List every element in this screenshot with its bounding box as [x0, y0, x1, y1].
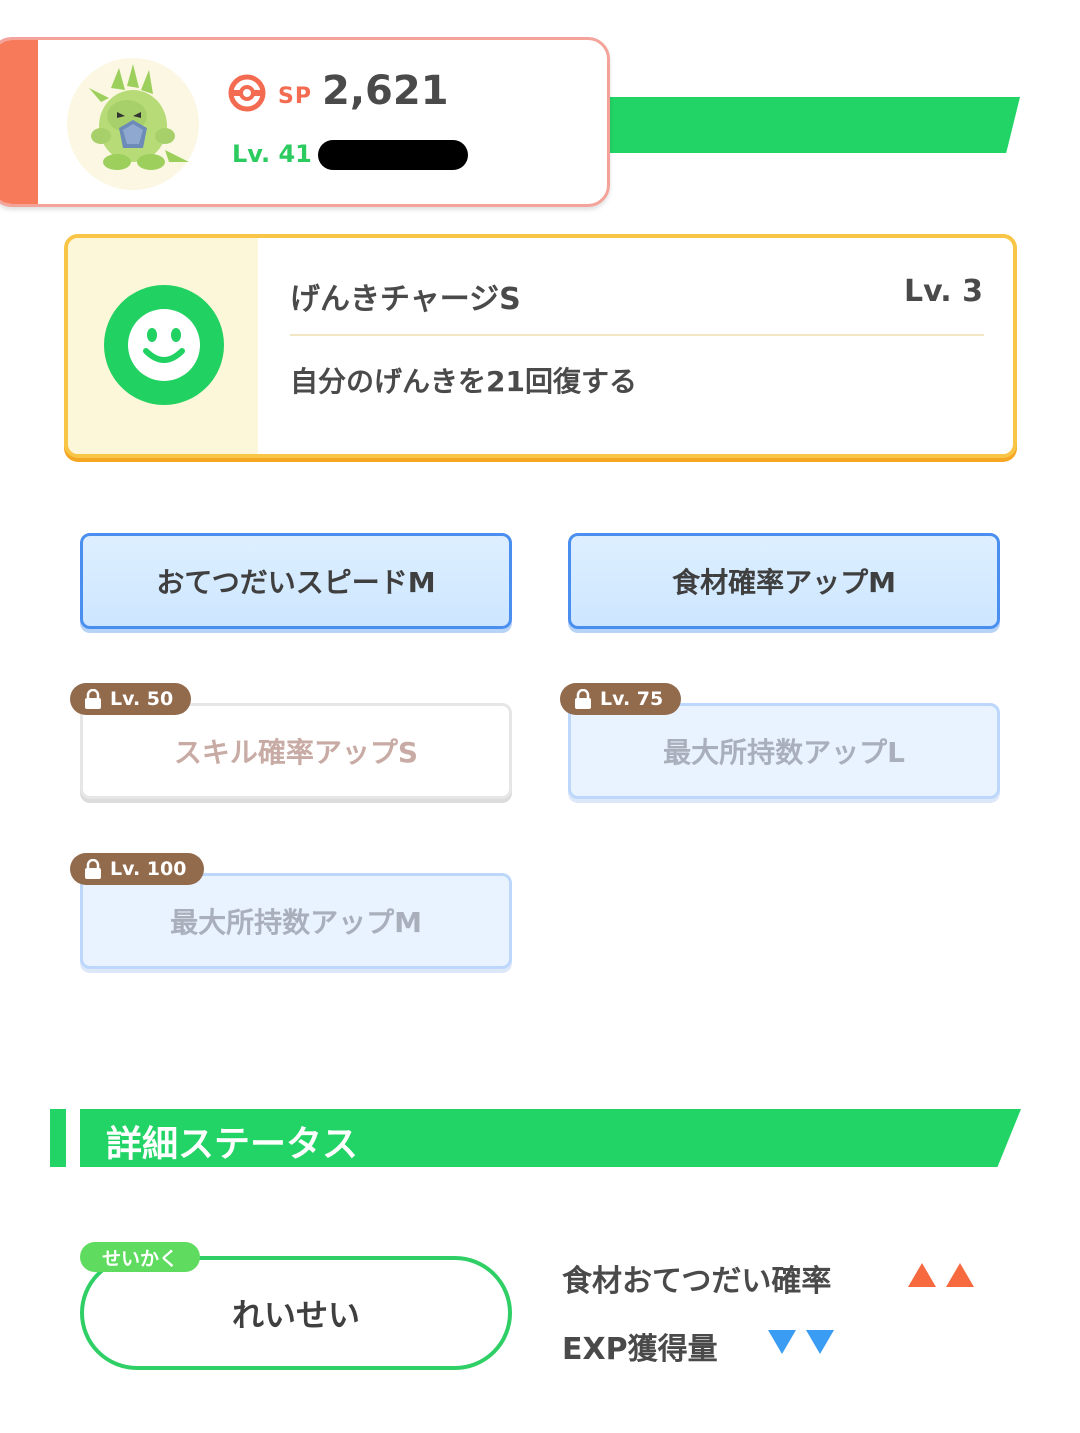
tyranitar-icon: [89, 64, 189, 170]
header-banner: [560, 97, 1020, 153]
nature-box[interactable]: れいせい: [80, 1256, 512, 1370]
nature-effect-up-label: 食材おてつだい確率: [562, 1264, 832, 1299]
lock-icon: [85, 859, 101, 879]
section-header-marker: [50, 1109, 66, 1167]
sub-skill-label: スキル確率アップS: [173, 736, 419, 769]
smiley-icon: [104, 285, 224, 405]
down-arrow-icon: [768, 1330, 796, 1354]
lock-level: Lv. 50: [110, 688, 174, 710]
lock-icon: [85, 689, 101, 709]
main-skill-name: げんきチャージS: [290, 282, 521, 317]
pokemon-avatar[interactable]: [67, 58, 199, 190]
sp-value: 2,621: [322, 68, 449, 114]
sub-skill-button-4[interactable]: 最大所持数アップL: [568, 703, 1000, 799]
down-arrow-icon: [806, 1330, 834, 1354]
nature-value: れいせい: [231, 1296, 360, 1334]
lock-badge-lv50: Lv. 50: [70, 683, 192, 715]
lock-badge-lv75: Lv. 75: [560, 683, 682, 715]
main-skill-divider: [290, 334, 984, 336]
lock-level: Lv. 75: [600, 688, 664, 710]
lock-icon: [575, 689, 591, 709]
redacted-nickname: [318, 140, 468, 170]
sub-skill-label: 最大所持数アップL: [663, 736, 905, 769]
sub-skill-label: 食材確率アップM: [672, 566, 896, 599]
up-arrow-icon: [908, 1263, 936, 1287]
pokeball-icon: [228, 74, 266, 112]
lock-level: Lv. 100: [110, 858, 187, 880]
sub-skill-button-3[interactable]: スキル確率アップS: [80, 703, 512, 799]
sub-skill-label: 最大所持数アップM: [170, 906, 422, 939]
sub-skill-label: おてつだいスピードM: [156, 566, 436, 599]
nature-effect-down-label: EXP獲得量: [562, 1332, 718, 1367]
sub-skill-button-1[interactable]: おてつだいスピードM: [80, 533, 512, 629]
sub-skill-button-5[interactable]: 最大所持数アップM: [80, 873, 512, 969]
main-skill-level: Lv. 3: [904, 274, 983, 309]
section-title: 詳細ステータス: [106, 1124, 359, 1165]
header-accent-strip: [0, 40, 38, 204]
nature-tag: せいかく: [80, 1242, 201, 1272]
up-arrow-icon: [946, 1263, 974, 1287]
lock-badge-lv100: Lv. 100: [70, 853, 205, 885]
main-skill-description: 自分のげんきを21回復する: [290, 365, 637, 398]
sub-skill-button-2[interactable]: 食材確率アップM: [568, 533, 1000, 629]
pokemon-level: Lv. 41: [232, 140, 312, 168]
sp-label: SP: [278, 84, 312, 109]
